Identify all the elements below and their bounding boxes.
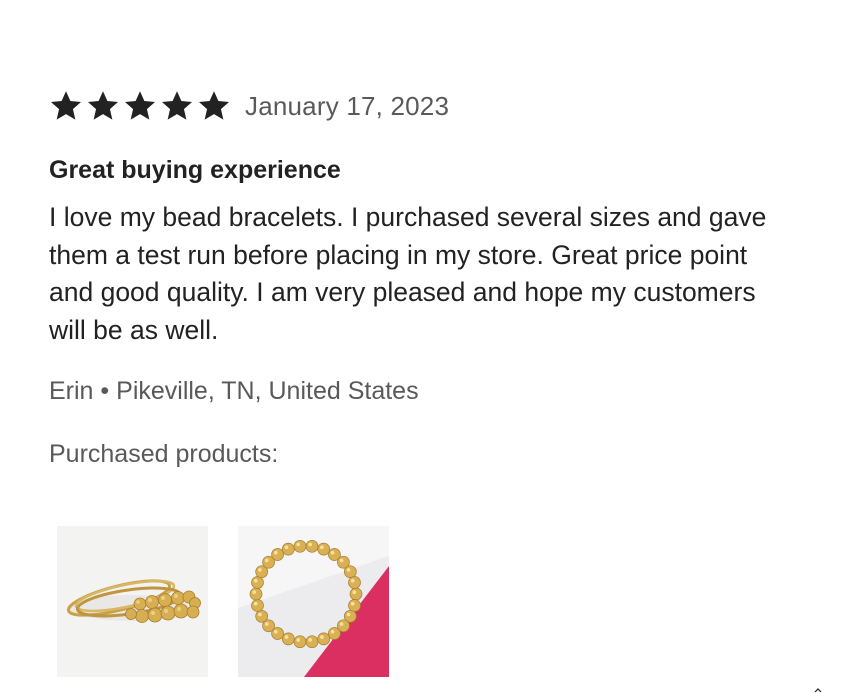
bead-highlight bbox=[330, 629, 335, 634]
bead-highlight bbox=[274, 629, 278, 634]
bead-highlight bbox=[339, 558, 344, 563]
bead-highlight bbox=[284, 635, 289, 639]
bead bbox=[251, 599, 264, 612]
bead-highlight bbox=[265, 622, 269, 626]
bead bbox=[281, 542, 295, 556]
bead-highlight bbox=[346, 568, 351, 572]
bead-highlight bbox=[252, 590, 256, 594]
bead bbox=[271, 548, 284, 561]
review-card: January 17, 2023 Great buying experience… bbox=[49, 86, 829, 469]
star-icon bbox=[50, 91, 82, 120]
review-title: Great buying experience bbox=[49, 156, 341, 184]
bead bbox=[305, 635, 319, 649]
corner-mark-icon bbox=[814, 688, 822, 693]
bead-highlight bbox=[352, 590, 356, 594]
bead bbox=[349, 587, 363, 601]
product-image bbox=[57, 526, 208, 677]
review-body: I love my bead bracelets. I purchased se… bbox=[49, 202, 767, 345]
reviewer-info: Erin • Pikeville, TN, United States bbox=[49, 377, 829, 406]
bead bbox=[255, 609, 269, 623]
bead-highlight bbox=[308, 542, 312, 547]
bead bbox=[328, 627, 341, 640]
bead-highlight bbox=[330, 550, 335, 555]
star-icon bbox=[198, 91, 230, 120]
bead-highlight bbox=[339, 622, 344, 626]
bead bbox=[281, 632, 295, 646]
separator-dot: • bbox=[100, 377, 110, 405]
rating-row: January 17, 2023 bbox=[49, 86, 829, 126]
bead-highlight bbox=[258, 612, 262, 617]
bead-highlight bbox=[274, 550, 278, 555]
bead bbox=[249, 587, 263, 601]
bead bbox=[293, 635, 307, 649]
reviewer-name[interactable]: Erin bbox=[49, 377, 93, 405]
bead bbox=[317, 542, 331, 556]
bead bbox=[293, 539, 307, 553]
bead-highlight bbox=[350, 578, 355, 583]
purchased-products-list bbox=[57, 526, 389, 677]
bead bbox=[343, 565, 357, 579]
bead-highlight bbox=[320, 635, 324, 639]
bead-highlight bbox=[346, 612, 351, 617]
purchased-products-label: Purchased products: bbox=[49, 440, 279, 468]
bead-highlight bbox=[296, 638, 300, 642]
star-icon bbox=[124, 91, 156, 120]
product-thumbnail[interactable] bbox=[238, 526, 389, 677]
bead-highlight bbox=[308, 638, 312, 642]
bead bbox=[305, 539, 319, 553]
bead-highlight bbox=[253, 578, 258, 583]
bead-highlight bbox=[350, 601, 355, 606]
review-date: January 17, 2023 bbox=[245, 90, 450, 121]
bead-highlight bbox=[253, 601, 258, 606]
star-icon bbox=[87, 91, 119, 120]
star-rating bbox=[49, 89, 231, 123]
bead-highlight bbox=[258, 568, 262, 572]
reviewer-location: Pikeville, TN, United States bbox=[116, 377, 419, 405]
bead-highlight bbox=[265, 558, 269, 563]
bead bbox=[348, 599, 361, 612]
product-image bbox=[238, 526, 389, 677]
bead-highlight bbox=[320, 545, 324, 550]
bead bbox=[317, 632, 331, 646]
bead bbox=[251, 576, 264, 589]
product-thumbnail[interactable] bbox=[57, 526, 208, 677]
star-icon bbox=[161, 91, 193, 120]
bead-highlight bbox=[284, 545, 289, 550]
bead bbox=[348, 576, 361, 589]
bead-highlight bbox=[296, 542, 300, 547]
